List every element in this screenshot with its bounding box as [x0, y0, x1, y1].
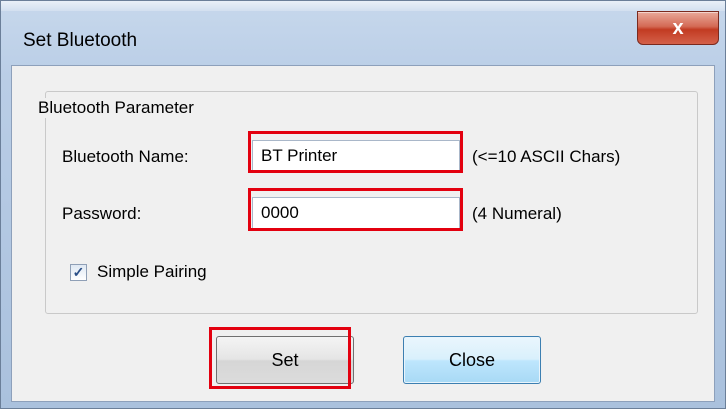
bluetooth-name-highlight: [248, 131, 463, 173]
password-label: Password:: [62, 204, 142, 223]
simple-pairing-checkbox[interactable]: ✓: [70, 263, 87, 281]
bluetooth-name-label: Bluetooth Name:: [62, 147, 189, 166]
close-icon: x: [672, 16, 684, 39]
password-hint: (4 Numeral): [472, 204, 562, 223]
close-button-label: Close: [448, 349, 496, 370]
checkmark-icon: ✓: [72, 263, 85, 280]
simple-pairing-row[interactable]: ✓ Simple Pairing: [70, 262, 207, 282]
simple-pairing-label: Simple Pairing: [97, 262, 207, 281]
group-label: Bluetooth Parameter: [34, 98, 198, 118]
window-close-button[interactable]: x: [637, 11, 719, 45]
title-bar-strip: [1, 1, 725, 11]
window-title: Set Bluetooth: [23, 30, 138, 51]
set-button-highlight: [209, 327, 351, 389]
bluetooth-name-hint: (<=10 ASCII Chars): [472, 147, 621, 166]
password-highlight: [248, 188, 463, 231]
dialog-window: Set Bluetooth x Bluetooth Parameter Blue…: [0, 0, 726, 409]
close-button[interactable]: Close: [403, 336, 541, 384]
dialog-client-area: Bluetooth Parameter Bluetooth Name: BT P…: [11, 65, 715, 402]
